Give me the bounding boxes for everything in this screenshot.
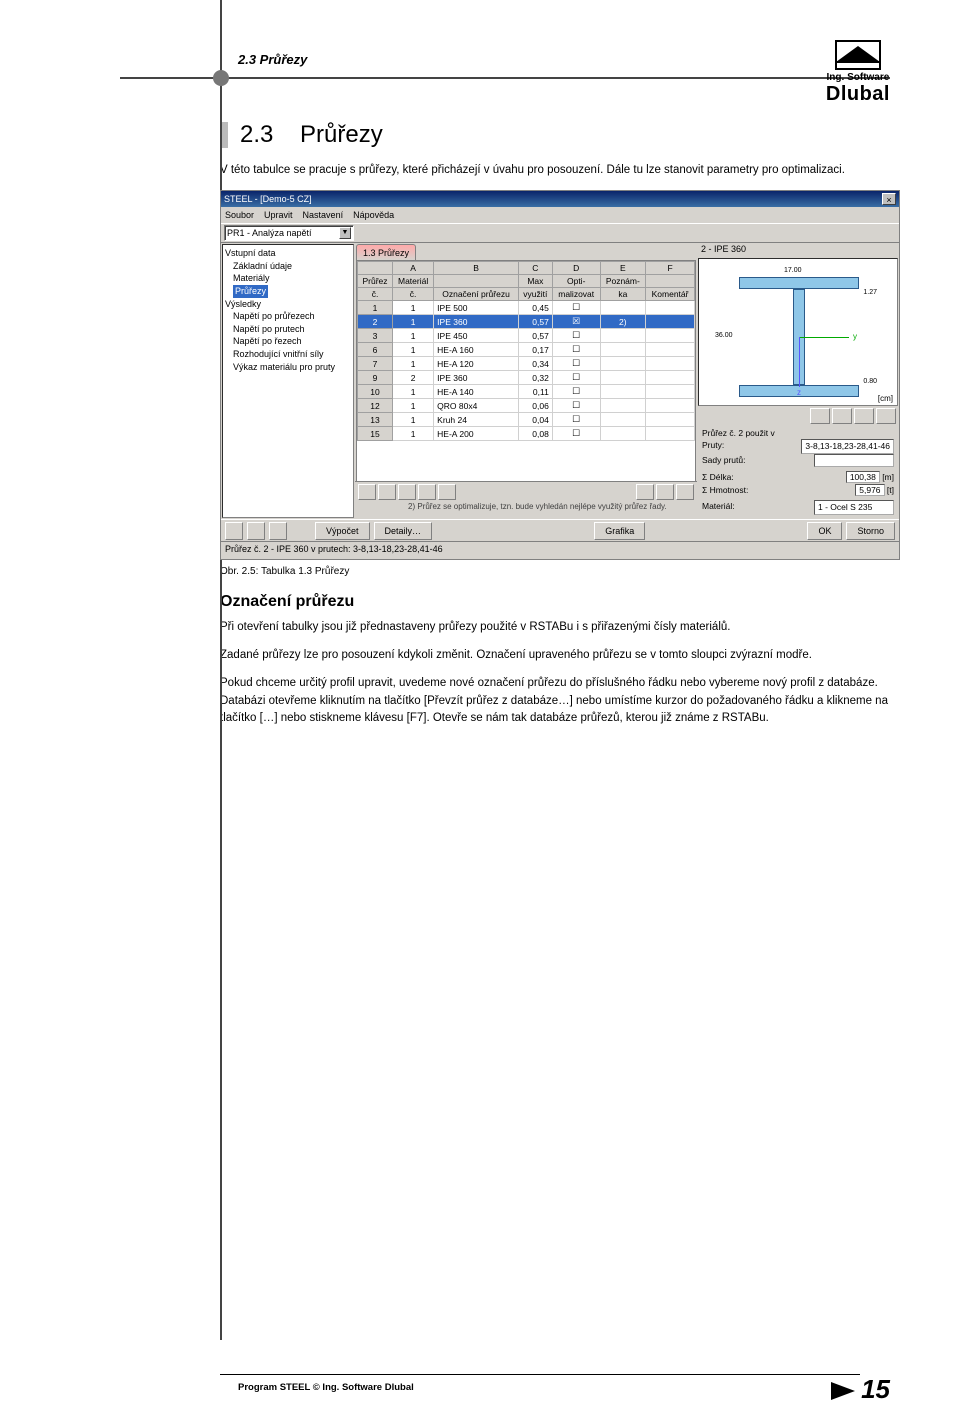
footnote-text: 2) Průřez se optimalizuje, tzn. bude vyh… [358, 502, 694, 511]
axis-y-icon [799, 337, 849, 338]
window-title: STEEL - [Demo-5 CZ] [224, 194, 312, 204]
tree-item[interactable]: Napětí po průřezech [225, 310, 351, 323]
tool-button[interactable] [418, 484, 436, 500]
calculate-button[interactable]: Výpočet [315, 522, 370, 540]
subsection-heading: Označení průřezu [220, 593, 890, 611]
tool-button[interactable] [676, 484, 694, 500]
tree-item[interactable]: Základní údaje [225, 260, 351, 273]
tree-group[interactable]: Vstupní data [225, 247, 351, 260]
dialog-button-bar: Výpočet Detaily… Grafika OK Storno [221, 519, 899, 541]
dlubal-icon [835, 40, 881, 70]
preview-toolbar [698, 406, 898, 424]
tool-button[interactable] [656, 484, 674, 500]
intro-paragraph: V této tabulce se pracuje s průřezy, kte… [220, 162, 890, 180]
graphics-button[interactable]: Grafika [594, 522, 645, 540]
data-grid[interactable]: A B C D E F Průřez Materiál [356, 260, 696, 518]
table-tab[interactable]: 1.3 Průřezy [356, 244, 416, 260]
status-bar: Průřez č. 2 - IPE 360 v prutech: 3-8,13-… [221, 541, 899, 559]
tree-item[interactable]: Napětí po prutech [225, 323, 351, 336]
tool-button[interactable] [378, 484, 396, 500]
cancel-button[interactable]: Storno [846, 522, 895, 540]
case-combo[interactable]: PR1 - Analýza napětí ▼ [224, 225, 354, 241]
pruty-field[interactable]: 3-8,13-18,23-28,41-46 [801, 439, 894, 454]
tree-item[interactable]: Rozhodující vnitřní síly [225, 348, 351, 361]
table-row[interactable]: 121QRO 80x40,06 [358, 399, 695, 413]
table-row[interactable]: 71HE-A 1200,34 [358, 357, 695, 371]
tree-item[interactable]: Materiály [225, 272, 351, 285]
table-row[interactable]: 151HE-A 2000,08 [358, 427, 695, 441]
table-row[interactable]: 131Kruh 240,04 [358, 413, 695, 427]
menu-item[interactable]: Upravit [264, 210, 293, 220]
preview-panel: 2 - IPE 360 17.00 1.27 36.00 0.80 [cm] [698, 244, 898, 518]
tool-button[interactable] [876, 408, 896, 424]
tool-button[interactable] [358, 484, 376, 500]
body-paragraph: Pokud chceme určitý profil upravit, uved… [220, 675, 890, 728]
toolbar: PR1 - Analýza napětí ▼ [221, 223, 899, 243]
info-block: Průřez č. 2 použit v Pruty:3-8,13-18,23-… [698, 424, 898, 519]
navigator-tree[interactable]: Vstupní data Základní údaje Materiály Pr… [222, 244, 354, 518]
table-row[interactable]: 31IPE 4500,57 [358, 329, 695, 343]
ibeam-shape: 17.00 1.27 36.00 0.80 [739, 277, 859, 397]
details-button[interactable]: Detaily… [374, 522, 433, 540]
body-paragraph: Při otevření tabulky jsou již přednastav… [220, 619, 890, 637]
menu-item[interactable]: Soubor [225, 210, 254, 220]
tool-button[interactable] [269, 522, 287, 540]
tree-item-selected[interactable]: Průřezy [233, 285, 268, 298]
table-footer-bar: 2) Průřez se optimalizuje, tzn. bude vyh… [355, 481, 697, 519]
tree-group[interactable]: Výsledky [225, 298, 351, 311]
titlebar[interactable]: STEEL - [Demo-5 CZ] × [221, 191, 899, 207]
ok-button[interactable]: OK [807, 522, 842, 540]
margin-horizontal-rule [120, 77, 890, 79]
table-panel: 1.3 Průřezy A B C D E [356, 244, 696, 518]
menubar[interactable]: Soubor Upravit Nastavení Nápověda [221, 207, 899, 223]
menu-item[interactable]: Nápověda [353, 210, 394, 220]
axis-z-icon [799, 337, 800, 387]
margin-dot [213, 70, 229, 86]
tool-button[interactable] [247, 522, 265, 540]
tool-button[interactable] [398, 484, 416, 500]
preview-title: 2 - IPE 360 [698, 244, 898, 258]
section-heading: 2.3Průřezy [220, 122, 890, 148]
table-row[interactable]: 11IPE 5000,45 [358, 301, 695, 315]
footer-text: Program STEEL © Ing. Software Dlubal [238, 1382, 414, 1393]
tool-button[interactable] [854, 408, 874, 424]
tree-item[interactable]: Výkaz materiálu pro pruty [225, 361, 351, 374]
brand-logo: Ing. Software Dlubal [826, 40, 890, 106]
table-body[interactable]: 11IPE 5000,4521IPE 3600,572)31IPE 4500,5… [358, 301, 695, 441]
table-row[interactable]: 101HE-A 1400,11 [358, 385, 695, 399]
table-row[interactable]: 61HE-A 1600,17 [358, 343, 695, 357]
close-icon[interactable]: × [882, 193, 896, 205]
chevron-down-icon[interactable]: ▼ [339, 227, 351, 239]
page-number: 15 [831, 1374, 890, 1405]
running-head: 2.3 Průřezy [238, 52, 307, 67]
tree-item[interactable]: Napětí po řezech [225, 335, 351, 348]
help-icon[interactable] [225, 522, 243, 540]
screenshot-window: STEEL - [Demo-5 CZ] × Soubor Upravit Nas… [220, 190, 900, 560]
body-paragraph: Zadané průřezy lze pro posouzení kdykoli… [220, 647, 890, 665]
section-canvas[interactable]: 17.00 1.27 36.00 0.80 [cm] [698, 258, 898, 406]
tool-button[interactable] [636, 484, 654, 500]
table-row[interactable]: 92IPE 3600,32 [358, 371, 695, 385]
menu-item[interactable]: Nastavení [303, 210, 344, 220]
figure-caption: Obr. 2.5: Tabulka 1.3 Průřezy [220, 566, 890, 577]
tool-button[interactable] [832, 408, 852, 424]
tool-button[interactable] [438, 484, 456, 500]
table-row[interactable]: 21IPE 3600,572) [358, 315, 695, 329]
footer-rule [220, 1374, 860, 1376]
tool-button[interactable] [810, 408, 830, 424]
sady-field[interactable] [814, 454, 894, 467]
unit-label: [cm] [878, 394, 893, 403]
